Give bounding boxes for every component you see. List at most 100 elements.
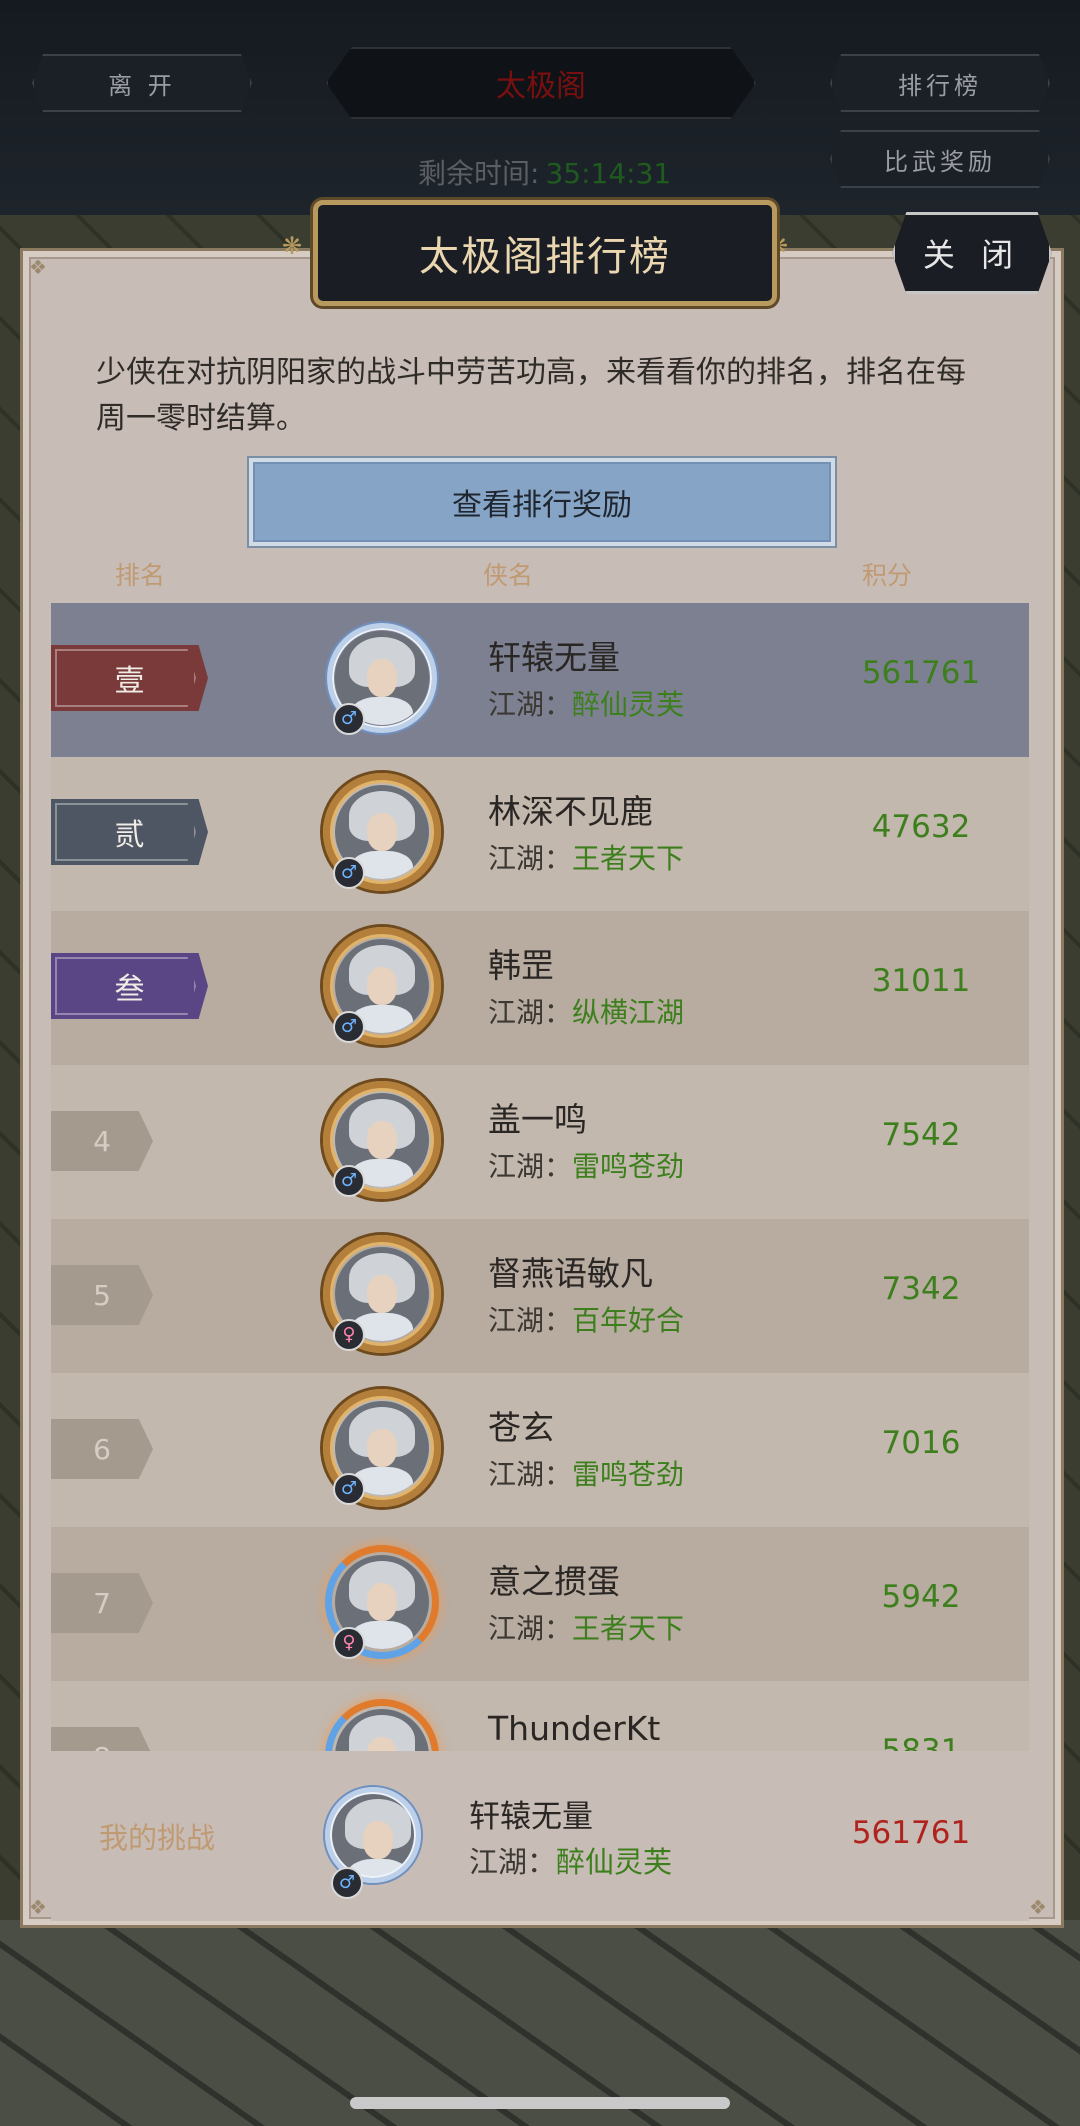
contest-reward-button[interactable]: 比武奖励 xyxy=(830,130,1050,188)
rank-label: 5 xyxy=(93,1278,111,1312)
male-icon: ♂ xyxy=(333,1473,365,1505)
rank-label: 叁 xyxy=(114,972,145,1007)
guild-name: 王者天下 xyxy=(572,1612,685,1645)
rank-badge: 7 xyxy=(51,1573,153,1633)
guild-prefix: 江湖： xyxy=(488,1612,573,1645)
guild-prefix: 江湖： xyxy=(488,688,573,721)
player-name: 盖一鸣 xyxy=(488,1100,587,1139)
rank-label: 6 xyxy=(93,1432,111,1466)
female-icon: ♀ xyxy=(333,1627,365,1659)
ranking-list[interactable]: 壹 ♂ 轩辕无量 江湖：醉仙灵芙 561761 贰 ♂ 林深不见鹿 江湖：王者天下 476… xyxy=(51,603,1029,1751)
avatar[interactable]: ♂ xyxy=(321,1783,425,1899)
female-icon: ♀ xyxy=(333,1319,365,1351)
male-icon: ♂ xyxy=(331,1867,363,1899)
guild-prefix: 江湖： xyxy=(488,1304,573,1337)
countdown: 剩余时间: 35:14:31 xyxy=(418,152,671,192)
panel-title: 太极阁排行榜 xyxy=(313,200,777,306)
rank-badge: 贰 xyxy=(51,799,208,865)
avatar[interactable]: ♀ xyxy=(323,1543,441,1661)
rank-label: 7 xyxy=(93,1586,111,1620)
player-guild: 江湖：醉仙灵芙 xyxy=(488,683,684,723)
player-guild: 江湖：王者天下 xyxy=(488,1607,684,1647)
my-player-name: 轩辕无量 xyxy=(469,1799,593,1835)
table-row[interactable]: 贰 ♂ 林深不见鹿 江湖：王者天下 47632 xyxy=(51,757,1029,911)
table-row[interactable]: 6 ♂ 苍玄江湖：雷鸣苍劲 7016 xyxy=(51,1373,1029,1527)
player-guild: 江湖：纵横江湖 xyxy=(488,991,684,1031)
player-score: 561761 xyxy=(861,655,981,691)
avatar[interactable]: ♀ xyxy=(323,1235,441,1353)
player-guild: 江湖：百年好合 xyxy=(488,1299,684,1339)
avatar-frame xyxy=(325,1699,439,1751)
rank-badge: 壹 xyxy=(51,645,208,711)
view-rewards-button[interactable]: 查看排行奖励 xyxy=(249,458,835,546)
player-score: 7342 xyxy=(881,1271,961,1307)
avatar[interactable]: ♂ xyxy=(323,1697,441,1751)
rank-badge: 8 xyxy=(51,1727,153,1751)
guild-name: 醉仙灵芙 xyxy=(572,688,685,721)
avatar[interactable]: ♂ xyxy=(323,773,441,891)
table-row[interactable]: 7 ♀ 意之掼蛋江湖：王者天下 5942 xyxy=(51,1527,1029,1681)
guild-name: 纵横江湖 xyxy=(572,996,685,1029)
avatar[interactable]: ♂ xyxy=(323,1081,441,1199)
rank-badge: 4 xyxy=(51,1111,153,1171)
guild-name: 王者天下 xyxy=(572,842,685,875)
player-name: 意之掼蛋 xyxy=(488,1562,620,1601)
table-row[interactable]: 8 ♂ ThunderKt 5831 xyxy=(51,1681,1029,1751)
table-row[interactable]: 4 ♂ 盖一鸣江湖：雷鸣苍劲 7542 xyxy=(51,1065,1029,1219)
rank-label: 壹 xyxy=(114,664,145,699)
avatar[interactable]: ♂ xyxy=(323,619,441,737)
player-guild: 江湖：雷鸣苍劲 xyxy=(488,1453,684,1493)
my-challenge-row: 我的挑战 ♂ 轩辕无量 江湖：醉仙灵芙 561761 xyxy=(51,1751,1029,1921)
player-name: ThunderKt xyxy=(488,1709,661,1748)
table-row[interactable]: 5 ♀ 督燕语敏凡 江湖：百年好合 7342 xyxy=(51,1219,1029,1373)
avatar[interactable]: ♂ xyxy=(323,927,441,1045)
guild-prefix: 江湖： xyxy=(469,1845,557,1879)
guild-prefix: 江湖： xyxy=(488,1150,573,1183)
my-challenge-label: 我的挑战 xyxy=(99,1821,216,1855)
guild-prefix: 江湖： xyxy=(488,996,573,1029)
guild-name: 百年好合 xyxy=(572,1304,685,1337)
guild-name: 雷鸣苍劲 xyxy=(572,1458,685,1491)
guild-name: 雷鸣苍劲 xyxy=(572,1150,685,1183)
rank-label: 贰 xyxy=(114,818,145,853)
countdown-value: 35:14:31 xyxy=(545,157,672,190)
leaderboard-button[interactable]: 排行榜 xyxy=(830,54,1050,112)
close-button[interactable]: 关 闭 xyxy=(892,212,1052,294)
my-guild: 江湖：醉仙灵芙 xyxy=(469,1839,672,1881)
player-score: 7542 xyxy=(881,1117,961,1153)
rank-badge: 6 xyxy=(51,1419,153,1479)
player-score: 5831 xyxy=(881,1733,961,1751)
player-guild: 江湖：王者天下 xyxy=(488,837,684,877)
male-icon: ♂ xyxy=(333,703,365,735)
table-row[interactable]: 壹 ♂ 轩辕无量 江湖：醉仙灵芙 561761 xyxy=(51,603,1029,757)
player-name: 韩罡 xyxy=(488,946,554,985)
player-score: 7016 xyxy=(881,1425,961,1461)
avatar[interactable]: ♂ xyxy=(323,1389,441,1507)
rank-label: 8 xyxy=(93,1741,111,1752)
player-score: 31011 xyxy=(871,963,971,999)
player-name: 苍玄 xyxy=(488,1408,554,1447)
scene-title: 太极阁 xyxy=(326,47,756,119)
table-row[interactable]: 叁 ♂ 韩罡江湖：纵横江湖 31011 xyxy=(51,911,1029,1065)
my-guild-name: 醉仙灵芙 xyxy=(556,1845,673,1879)
rank-badge: 5 xyxy=(51,1265,153,1325)
male-icon: ♂ xyxy=(333,1011,365,1043)
player-guild: 江湖：雷鸣苍劲 xyxy=(488,1145,684,1185)
my-score: 561761 xyxy=(851,1815,971,1851)
floor-tiles xyxy=(0,1920,1080,2126)
player-name: 林深不见鹿 xyxy=(488,792,653,831)
corner-ornament-icon: ❖ xyxy=(1029,1895,1047,1919)
column-header-score: 积分 xyxy=(862,561,913,590)
player-score: 5942 xyxy=(881,1579,961,1615)
column-header-rank: 排名 xyxy=(115,561,166,590)
corner-ornament-icon: ❖ xyxy=(29,255,47,279)
male-icon: ♂ xyxy=(333,1165,365,1197)
column-header-name: 侠名 xyxy=(483,561,534,590)
male-icon: ♂ xyxy=(333,857,365,889)
rank-badge: 叁 xyxy=(51,953,208,1019)
countdown-label: 剩余时间: xyxy=(418,157,540,190)
rank-label: 4 xyxy=(93,1124,111,1158)
home-indicator xyxy=(350,2097,730,2109)
leave-button[interactable]: 离 开 xyxy=(32,54,252,112)
intro-text: 少侠在对抗阴阳家的战斗中劳苦功高，来看看你的排名，排名在每周一零时结算。 xyxy=(96,355,966,436)
